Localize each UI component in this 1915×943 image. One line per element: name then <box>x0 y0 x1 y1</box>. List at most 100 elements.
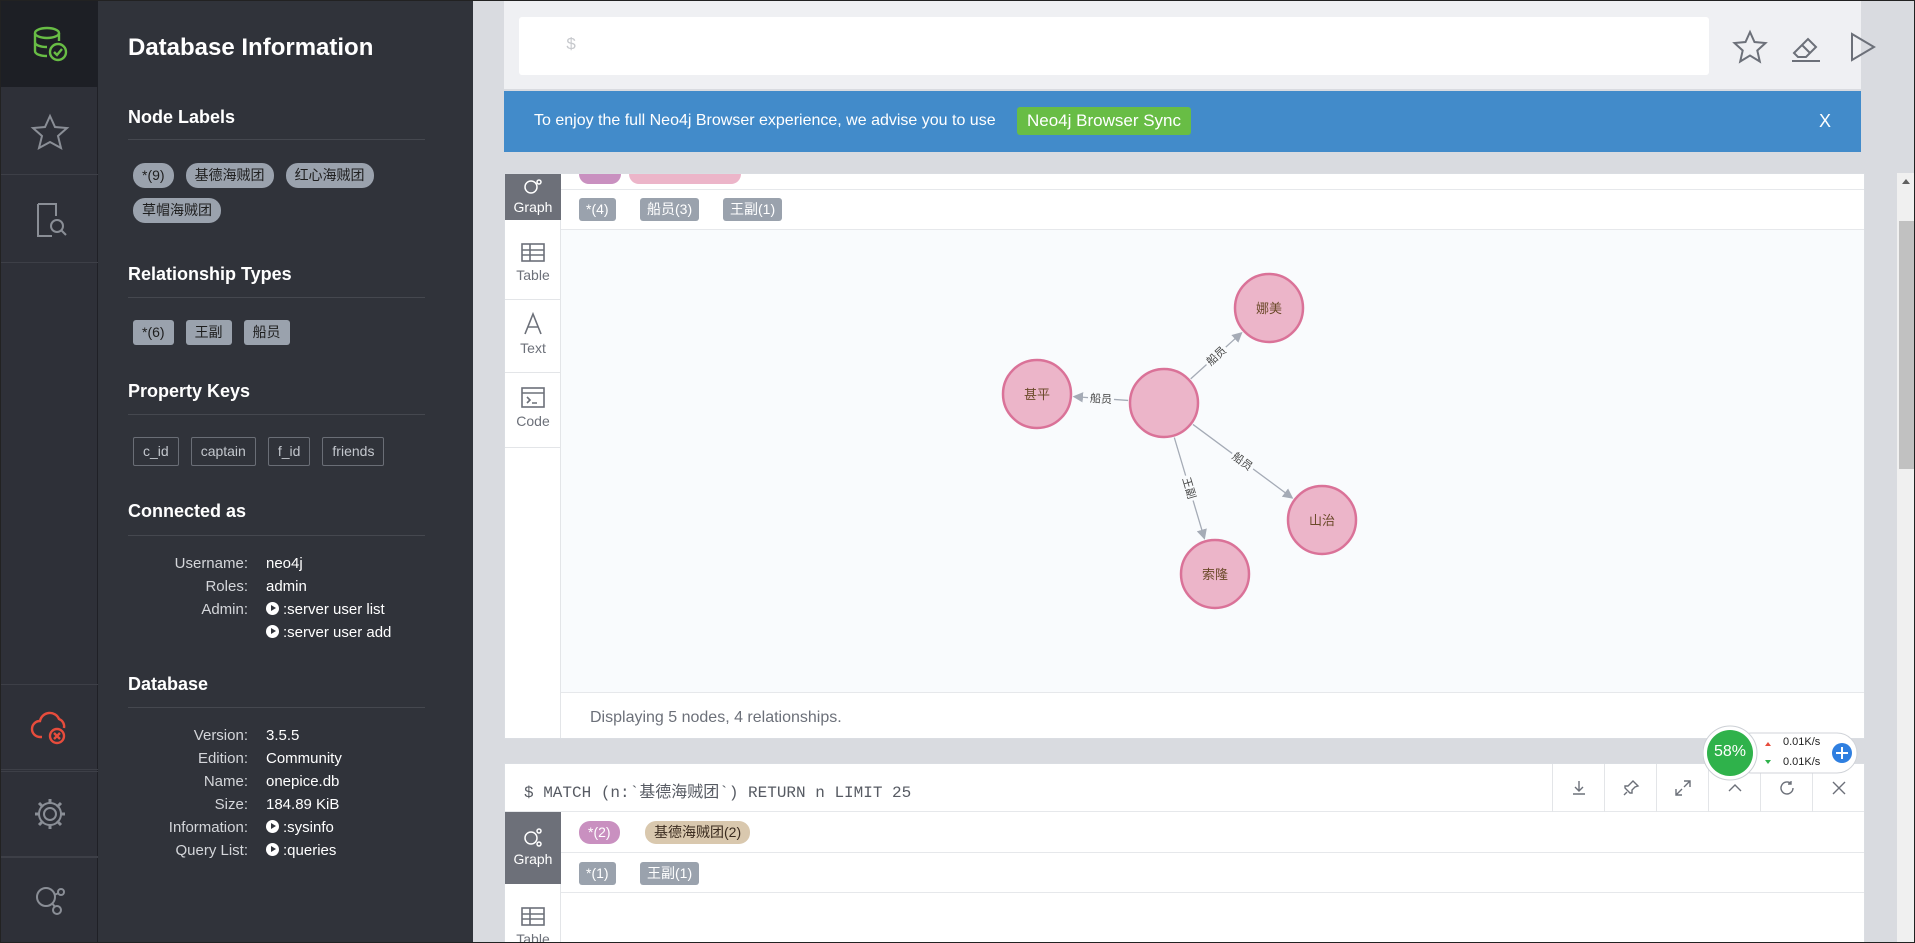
download-button[interactable] <box>1552 764 1604 812</box>
separator <box>128 139 425 140</box>
rel-tag-all[interactable]: *(4) <box>579 198 616 221</box>
browser-sync-button[interactable]: Neo4j Browser Sync <box>1017 107 1192 135</box>
view-tabs: Graph Table Text Code <box>505 174 561 738</box>
tab-graph-label: Graph <box>513 199 553 215</box>
sysinfo-text: :sysinfo <box>283 819 334 836</box>
server-user-add-text: :server user add <box>283 624 392 641</box>
relationships-overview-row: *(1) 王副(1) <box>561 853 1864 893</box>
main-scrollbar[interactable] <box>1897 173 1914 942</box>
roles-label: Roles: <box>205 578 248 595</box>
rel-tag-vice[interactable]: 王副(1) <box>723 198 783 221</box>
node-label-pill[interactable]: *(9) <box>133 163 174 188</box>
tab-table[interactable]: Table <box>505 894 561 943</box>
node-caption: 索隆 <box>1202 568 1228 583</box>
edition-label: Edition: <box>197 750 248 767</box>
table-icon <box>521 243 545 262</box>
tab-graph[interactable]: Graph <box>505 812 561 884</box>
documents-nav-button[interactable] <box>1 177 98 263</box>
sync-nav-button[interactable] <box>1 684 98 770</box>
label-pill-kid-pirates[interactable]: 基德海贼团(2) <box>645 821 751 844</box>
username-value: neo4j <box>266 555 303 572</box>
result-frame-1: Graph Table Text Code *(4) 船员(3) 王副(1) 船… <box>504 173 1865 739</box>
relationship-types-title: Relationship Types <box>128 264 292 284</box>
node-label-pill[interactable]: 草帽海贼团 <box>133 198 221 223</box>
expand-icon <box>1674 780 1691 796</box>
property-keys-list: c_id captain f_id friends <box>133 437 423 466</box>
code-icon <box>521 387 545 408</box>
relationship-type-tag[interactable]: 王副 <box>185 320 232 345</box>
database-details: Version: 3.5.5 Edition: Community Name: one… <box>128 724 342 862</box>
node-label-pill[interactable]: 基德海贼团 <box>185 163 274 188</box>
property-key-tag[interactable]: friends <box>322 437 385 466</box>
result-frame-2: $ MATCH (n:`基德海贼团`) RETURN n LIMIT 25 Gr… <box>504 763 1865 943</box>
node-label-pill[interactable]: 红心海贼团 <box>285 163 374 188</box>
server-user-add-link[interactable]: :server user add <box>266 621 391 644</box>
version-label: Version: <box>193 727 248 744</box>
size-label: Size: <box>214 796 248 813</box>
information-label: Information: <box>168 819 248 836</box>
scroll-up-arrow[interactable] <box>1902 179 1910 184</box>
tab-text-label: Text <box>520 340 546 356</box>
network-monitor-widget[interactable]: 58% 0.01K/s 0.01K/s <box>1703 723 1861 783</box>
gear-icon <box>34 799 65 829</box>
frame-header: $ MATCH (n:`基德海贼团`) RETURN n LIMIT 25 <box>505 764 1864 812</box>
admin-label: Admin: <box>201 601 248 618</box>
version-value: 3.5.5 <box>266 727 300 744</box>
name-value: onepice.db <box>266 773 340 790</box>
favorites-nav-button[interactable] <box>1 89 98 175</box>
name-label: Name: <box>203 773 248 790</box>
tab-code[interactable]: Code <box>505 374 561 448</box>
connected-as-title: Connected as <box>128 501 247 521</box>
eraser-icon[interactable] <box>1788 29 1824 65</box>
relationship-type-tag[interactable]: 船员 <box>243 320 290 345</box>
label-pill-partial[interactable] <box>629 174 741 184</box>
rel-tag-crew[interactable]: 船员(3) <box>640 198 700 221</box>
rel-tag-all[interactable]: *(1) <box>579 862 616 885</box>
pin-icon <box>1623 780 1639 796</box>
label-pill-all[interactable]: *(2) <box>579 821 620 844</box>
expand-button[interactable] <box>1656 764 1708 812</box>
view-tabs: Graph Table <box>505 812 561 943</box>
node-labels-list: *(9) 基德海贼团 红心海贼团 草帽海贼团 <box>133 163 423 223</box>
queries-link[interactable]: :queries <box>266 839 336 862</box>
property-key-tag[interactable]: f_id <box>267 437 311 466</box>
about-nav-button[interactable] <box>1 857 98 942</box>
property-key-tag[interactable]: c_id <box>133 437 179 466</box>
run-play-icon[interactable] <box>1844 29 1880 65</box>
database-nav-button[interactable] <box>1 1 98 87</box>
separator <box>128 414 425 415</box>
tab-text[interactable]: Text <box>505 301 561 373</box>
property-key-tag[interactable]: captain <box>190 437 256 466</box>
left-nav <box>1 1 98 942</box>
pin-button[interactable] <box>1604 764 1656 812</box>
labels-overview-row: *(2) 基德海贼团(2) <box>561 812 1864 853</box>
play-icon <box>266 820 279 833</box>
sysinfo-link[interactable]: :sysinfo <box>266 816 334 839</box>
label-pill-partial[interactable] <box>579 174 621 184</box>
table-icon <box>521 907 545 926</box>
relationship-label: 王副 <box>1180 476 1199 501</box>
tab-table-label: Table <box>516 931 550 943</box>
relationship-type-tag[interactable]: *(6) <box>133 320 174 345</box>
node-caption: 甚平 <box>1024 388 1050 403</box>
favorite-star-icon[interactable] <box>1732 29 1768 65</box>
query-editor[interactable]: $ <box>519 17 1709 75</box>
scroll-thumb[interactable] <box>1899 221 1914 469</box>
graph-node[interactable] <box>1128 367 1200 439</box>
tab-table[interactable]: Table <box>505 230 561 300</box>
node-labels-title: Node Labels <box>128 107 236 127</box>
cloud-disconnected-icon <box>30 711 65 745</box>
roles-value: admin <box>266 578 307 595</box>
play-icon <box>266 625 279 638</box>
monitor-percent: 58% <box>1713 743 1747 760</box>
graph-canvas[interactable]: 船员 船员 船员 王副 娜美 甚平 山治 索隆 <box>561 230 1864 692</box>
server-user-list-link[interactable]: :server user list <box>266 598 385 621</box>
settings-nav-button[interactable] <box>1 771 98 857</box>
edition-value: Community <box>266 750 342 767</box>
banner-close-button[interactable]: X <box>1819 111 1831 132</box>
tab-graph[interactable]: Graph <box>505 174 561 220</box>
frame-query[interactable]: $ MATCH (n:`基德海贼团`) RETURN n LIMIT 25 <box>524 778 911 802</box>
neo4j-logo-icon <box>35 887 65 915</box>
rel-tag-vice[interactable]: 王副(1) <box>640 862 700 885</box>
graph-svg[interactable]: 船员船员船员王副娜美甚平山治索隆 <box>561 230 1865 692</box>
